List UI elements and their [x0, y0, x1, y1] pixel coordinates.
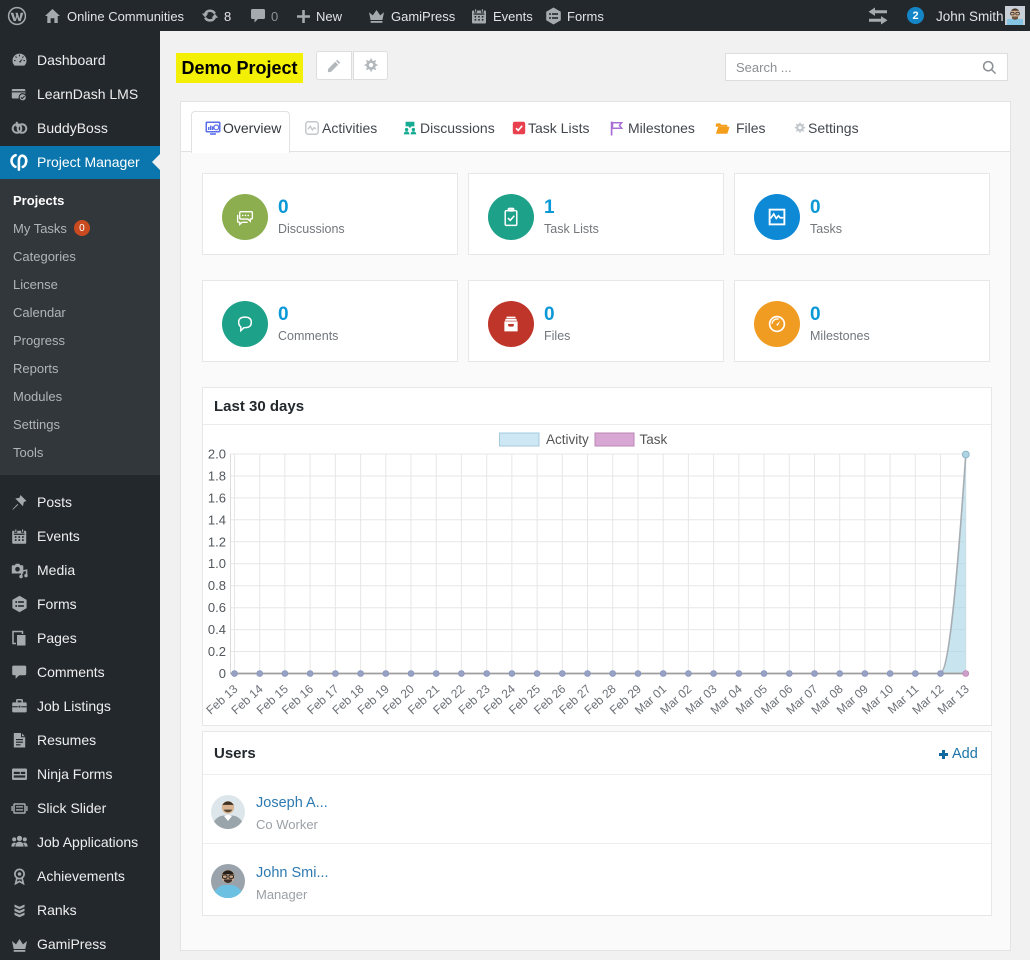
svg-text:0.8: 0.8: [208, 578, 226, 593]
svg-text:0.4: 0.4: [208, 622, 226, 637]
svg-text:Activity: Activity: [546, 432, 589, 447]
svg-text:0.6: 0.6: [208, 600, 226, 615]
svg-text:2.0: 2.0: [208, 447, 226, 462]
svg-text:Task: Task: [640, 432, 668, 447]
svg-text:1.0: 1.0: [208, 556, 226, 571]
svg-text:1.6: 1.6: [208, 490, 226, 505]
svg-text:0: 0: [219, 666, 226, 681]
svg-text:1.4: 1.4: [208, 512, 226, 527]
svg-text:0.2: 0.2: [208, 644, 226, 659]
svg-text:1.2: 1.2: [208, 534, 226, 549]
svg-text:1.8: 1.8: [208, 469, 226, 484]
